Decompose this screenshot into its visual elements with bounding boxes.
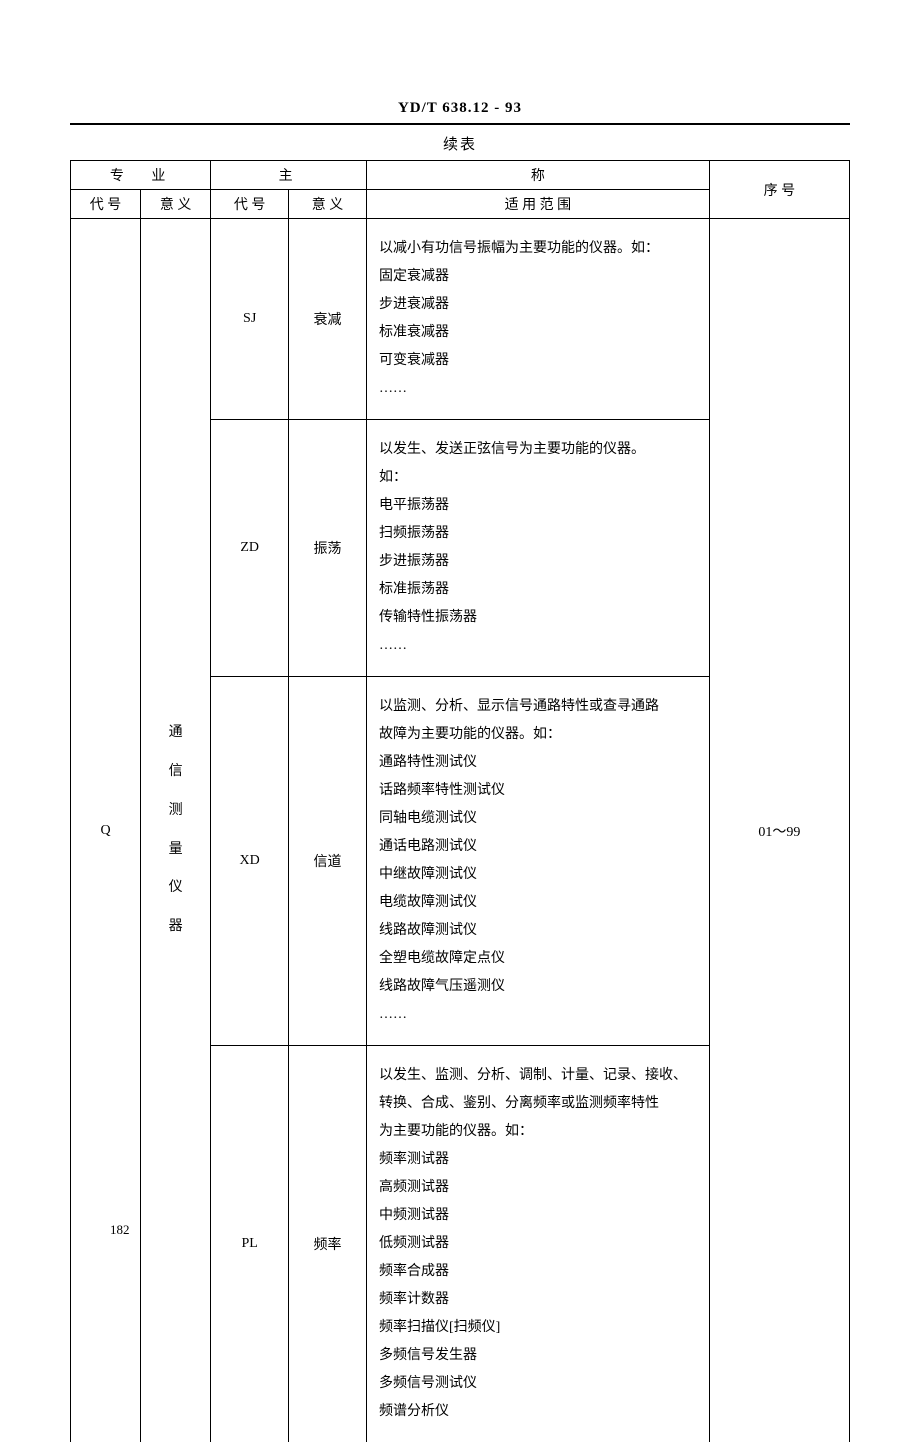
sub-meaning: 信道 — [289, 677, 367, 1046]
doc-code: YD/T 638.12 - 93 — [70, 100, 850, 117]
sequence-range: 01～99 — [709, 219, 849, 1442]
major-meaning: 通信测量仪器 — [141, 219, 211, 1442]
sub-code: PL — [211, 1046, 289, 1442]
table-body: Q通信测量仪器SJ衰减以减小有功信号振幅为主要功能的仪器。如：固定衰减器步进衰减… — [71, 219, 850, 1442]
scope-cell: 以监测、分析、显示信号通路特性或查寻通路故障为主要功能的仪器。如：通路特性测试仪… — [367, 677, 710, 1046]
sub-code: ZD — [211, 420, 289, 677]
th-seq: 序 号 — [709, 161, 849, 219]
sub-meaning: 衰减 — [289, 219, 367, 420]
table-caption: 续表 — [70, 133, 850, 154]
scope-cell: 以发生、发送正弦信号为主要功能的仪器。如：电平振荡器扫频振荡器步进振荡器标准振荡… — [367, 420, 710, 677]
th-specialty: 专 业 — [71, 161, 211, 190]
th-code-2: 代 号 — [211, 190, 289, 219]
scope-cell: 以发生、监测、分析、调制、计量、记录、接收、转换、合成、鉴别、分离频率或监测频率… — [367, 1046, 710, 1442]
th-meaning-1: 意 义 — [141, 190, 211, 219]
sub-meaning: 振荡 — [289, 420, 367, 677]
classification-table: 专 业 主 称 序 号 代 号 意 义 代 号 意 义 适 用 范 围 Q通信测… — [70, 160, 850, 1442]
sub-code: XD — [211, 677, 289, 1046]
sub-code: SJ — [211, 219, 289, 420]
table-row: Q通信测量仪器SJ衰减以减小有功信号振幅为主要功能的仪器。如：固定衰减器步进衰减… — [71, 219, 850, 420]
sub-meaning: 频率 — [289, 1046, 367, 1442]
th-code-1: 代 号 — [71, 190, 141, 219]
scope-cell: 以减小有功信号振幅为主要功能的仪器。如：固定衰减器步进衰减器标准衰减器可变衰减器… — [367, 219, 710, 420]
major-code: Q — [71, 219, 141, 1442]
th-title: 称 — [367, 161, 710, 190]
th-scope: 适 用 范 围 — [367, 190, 710, 219]
page-number: 182 — [110, 1222, 130, 1238]
th-main: 主 — [211, 161, 367, 190]
top-rule — [70, 123, 850, 125]
th-meaning-2: 意 义 — [289, 190, 367, 219]
